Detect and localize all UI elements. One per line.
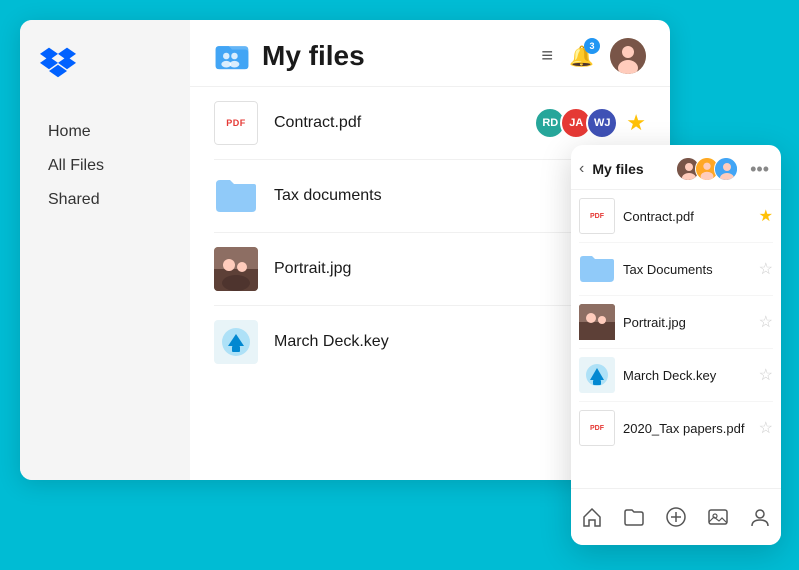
avatar-stack: RD JA WJ: [534, 107, 618, 139]
mobile-file-thumb-keynote: [579, 357, 615, 393]
plus-icon: [665, 506, 687, 528]
mobile-panel: ‹ My files: [571, 145, 781, 545]
mobile-star-outline-icon[interactable]: ☆: [759, 312, 773, 332]
mobile-portrait-image: [579, 304, 615, 340]
my-files-folder-icon: [214, 38, 250, 74]
mobile-file-name: 2020_Tax papers.pdf: [623, 421, 751, 436]
portrait-image: [214, 247, 258, 291]
header-left: My files: [214, 38, 365, 74]
file-thumb-image: [214, 247, 258, 291]
header-right: ≡ 🔔 3: [541, 38, 646, 74]
sidebar: Home All Files Shared: [20, 20, 190, 480]
mobile-star-outline-icon[interactable]: ☆: [759, 365, 773, 385]
avatar: WJ: [586, 107, 618, 139]
mobile-toolbar: [571, 488, 781, 545]
mobile-file-row[interactable]: Portrait.jpg ☆: [579, 296, 773, 349]
mobile-folder-icon: [579, 255, 615, 283]
mobile-file-name: March Deck.key: [623, 368, 751, 383]
photos-icon: [707, 506, 729, 528]
user-avatar[interactable]: [610, 38, 646, 74]
sidebar-nav: Home All Files Shared: [40, 117, 170, 215]
mobile-file-thumb-folder: [579, 251, 615, 287]
mobile-toolbar-profile[interactable]: [742, 499, 778, 535]
mobile-star-icon[interactable]: ★: [759, 206, 773, 226]
mobile-star-outline-icon[interactable]: ☆: [759, 259, 773, 279]
file-name: Contract.pdf: [274, 114, 518, 132]
mobile-file-thumb-pdf2: PDF: [579, 410, 615, 446]
file-thumb-pdf: PDF: [214, 101, 258, 145]
mobile-file-row[interactable]: PDF 2020_Tax papers.pdf ☆: [579, 402, 773, 454]
app-logo: [40, 44, 170, 85]
folder-nav-icon: [623, 506, 645, 528]
dropbox-logo-icon: [40, 44, 76, 80]
mobile-file-row[interactable]: March Deck.key ☆: [579, 349, 773, 402]
notification-badge: 3: [584, 38, 600, 54]
mobile-toolbar-photos[interactable]: [700, 499, 736, 535]
file-thumb-folder: [214, 174, 258, 218]
mobile-avatar-image3: [715, 158, 738, 181]
mobile-file-row[interactable]: PDF Contract.pdf ★: [579, 190, 773, 243]
notification-button[interactable]: 🔔 3: [569, 44, 594, 69]
sidebar-item-shared[interactable]: Shared: [40, 185, 170, 215]
user-avatar-image: [610, 38, 646, 74]
sidebar-item-home[interactable]: Home: [40, 117, 170, 147]
mobile-star-outline-icon[interactable]: ☆: [759, 418, 773, 438]
mobile-file-name: Tax Documents: [623, 262, 751, 277]
sidebar-item-all-files[interactable]: All Files: [40, 151, 170, 181]
keynote-icon: [220, 326, 252, 358]
mobile-file-list: PDF Contract.pdf ★ Tax Documents ☆: [571, 190, 781, 488]
mobile-toolbar-home[interactable]: [574, 499, 610, 535]
mobile-toolbar-add[interactable]: [658, 499, 694, 535]
mobile-file-row[interactable]: Tax Documents ☆: [579, 243, 773, 296]
pdf-icon: PDF: [214, 101, 258, 145]
mobile-file-name: Portrait.jpg: [623, 315, 751, 330]
hamburger-icon[interactable]: ≡: [541, 45, 553, 68]
mobile-panel-title: My files: [592, 161, 668, 177]
mobile-file-thumb-pdf: PDF: [579, 198, 615, 234]
mobile-keynote-icon: [584, 362, 610, 388]
mobile-toolbar-folder[interactable]: [616, 499, 652, 535]
star-filled-icon[interactable]: ★: [626, 110, 646, 136]
mobile-header: ‹ My files: [571, 145, 781, 190]
mobile-file-thumb-image: [579, 304, 615, 340]
person-icon: [749, 506, 771, 528]
mobile-more-button[interactable]: •••: [750, 159, 769, 180]
page-title: My files: [262, 40, 365, 72]
mobile-avatar: [714, 157, 738, 181]
folder-icon: [214, 178, 258, 214]
mobile-back-button[interactable]: ‹: [579, 160, 584, 178]
content-header: My files ≡ 🔔 3: [190, 20, 670, 87]
file-row-actions: RD JA WJ ★: [534, 107, 646, 139]
mobile-file-name: Contract.pdf: [623, 209, 751, 224]
mobile-avatar-stack: [676, 157, 738, 181]
file-thumb-keynote: [214, 320, 258, 364]
home-icon: [581, 506, 603, 528]
